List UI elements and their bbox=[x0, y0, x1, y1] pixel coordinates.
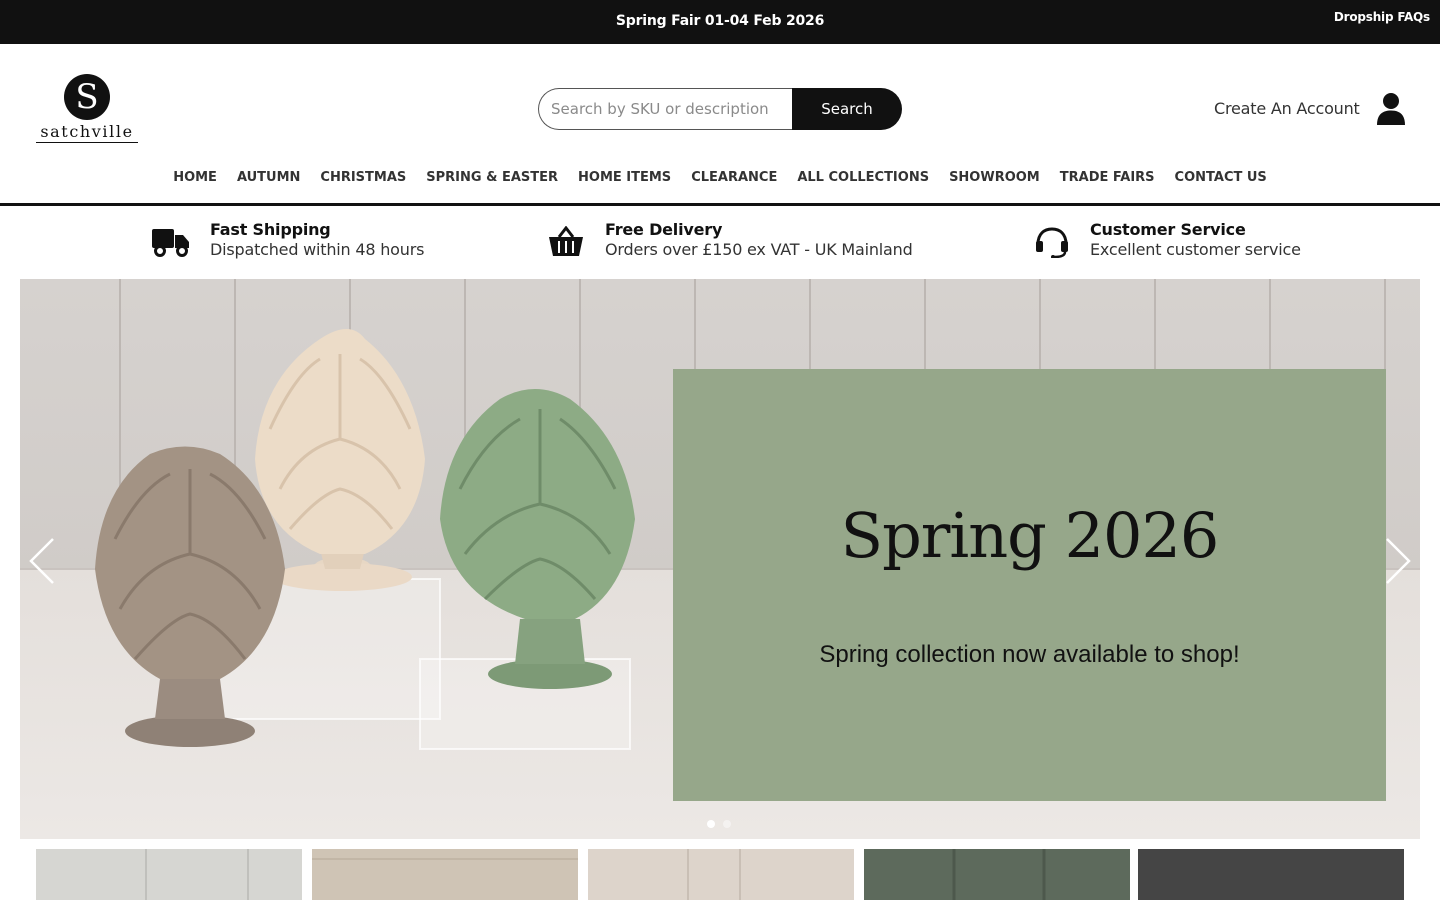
nav-item: HOME ITEMS bbox=[568, 170, 681, 185]
nav-link-autumn[interactable]: AUTUMN bbox=[227, 170, 310, 185]
promo-panel: Spring 2026 Spring collection now availa… bbox=[673, 369, 1386, 801]
feature-title: Fast Shipping bbox=[210, 220, 331, 239]
feature-subtitle: Orders over £150 ex VAT - UK Mainland bbox=[605, 240, 913, 259]
main-nav: HOME AUTUMN CHRISTMAS SPRING & EASTER HOME I… bbox=[0, 166, 1440, 185]
basket-icon bbox=[547, 225, 585, 258]
nav-item: ALL COLLECTIONS bbox=[787, 170, 939, 185]
category-thumbnail[interactable] bbox=[312, 849, 578, 900]
category-thumbnail[interactable] bbox=[1138, 849, 1404, 900]
truck-icon bbox=[152, 226, 190, 258]
slider-dot-2[interactable] bbox=[723, 820, 731, 828]
user-icon[interactable] bbox=[1376, 92, 1406, 126]
logo[interactable]: S satchville bbox=[36, 74, 140, 144]
nav-link-all-collections[interactable]: ALL COLLECTIONS bbox=[787, 170, 939, 185]
nav-link-home[interactable]: HOME bbox=[163, 170, 227, 185]
hero-subtitle: Spring collection now available to shop! bbox=[819, 641, 1240, 668]
slider-prev-arrow[interactable] bbox=[28, 537, 58, 585]
category-thumbnails bbox=[36, 849, 1404, 900]
nav-link-christmas[interactable]: CHRISTMAS bbox=[310, 170, 416, 185]
dropship-faqs-link[interactable]: Dropship FAQs bbox=[1334, 10, 1430, 24]
search-form: Search bbox=[538, 88, 902, 130]
nav-item: CHRISTMAS bbox=[310, 170, 416, 185]
hero-title: Spring 2026 bbox=[840, 499, 1220, 572]
nav-link-contact-us[interactable]: CONTACT US bbox=[1165, 170, 1277, 185]
hero-slider: Spring 2026 Spring collection now availa… bbox=[20, 279, 1420, 839]
nav-item: CLEARANCE bbox=[681, 170, 787, 185]
logo-emblem: S bbox=[64, 74, 110, 120]
slider-dot-1[interactable] bbox=[707, 820, 715, 828]
feature-title: Free Delivery bbox=[605, 220, 723, 239]
create-account-link[interactable]: Create An Account bbox=[1214, 99, 1360, 118]
slider-next-arrow[interactable] bbox=[1382, 537, 1412, 585]
nav-link-spring-easter[interactable]: SPRING & EASTER bbox=[416, 170, 568, 185]
nav-item: AUTUMN bbox=[227, 170, 310, 185]
search-button[interactable]: Search bbox=[792, 88, 902, 130]
nav-item: HOME bbox=[163, 170, 227, 185]
feature-title: Customer Service bbox=[1090, 220, 1246, 239]
nav-item: TRADE FAIRS bbox=[1050, 170, 1165, 185]
logo-wordmark: satchville bbox=[36, 122, 138, 143]
feature-subtitle: Excellent customer service bbox=[1090, 240, 1301, 259]
announcement-text: Spring Fair 01-04 Feb 2026 bbox=[615, 13, 825, 29]
category-thumbnail[interactable] bbox=[864, 849, 1130, 900]
headset-icon bbox=[1032, 226, 1070, 259]
search-input[interactable] bbox=[538, 88, 794, 130]
site-header: S satchville Search Create An Account HO… bbox=[0, 44, 1440, 204]
features-strip: Fast Shipping Dispatched within 48 hours… bbox=[0, 206, 1440, 278]
feature-subtitle: Dispatched within 48 hours bbox=[210, 240, 425, 259]
nav-link-home-items[interactable]: HOME ITEMS bbox=[568, 170, 681, 185]
nav-link-trade-fairs[interactable]: TRADE FAIRS bbox=[1050, 170, 1165, 185]
nav-item: CONTACT US bbox=[1165, 170, 1277, 185]
announcement-bar: Spring Fair 01-04 Feb 2026 Dropship FAQs bbox=[0, 0, 1440, 44]
category-thumbnail[interactable] bbox=[588, 849, 854, 900]
category-thumbnail[interactable] bbox=[36, 849, 302, 900]
nav-link-clearance[interactable]: CLEARANCE bbox=[681, 170, 787, 185]
nav-link-showroom[interactable]: SHOWROOM bbox=[939, 170, 1050, 185]
nav-item: SPRING & EASTER bbox=[416, 170, 568, 185]
slider-dots bbox=[707, 820, 737, 830]
nav-item: SHOWROOM bbox=[939, 170, 1050, 185]
